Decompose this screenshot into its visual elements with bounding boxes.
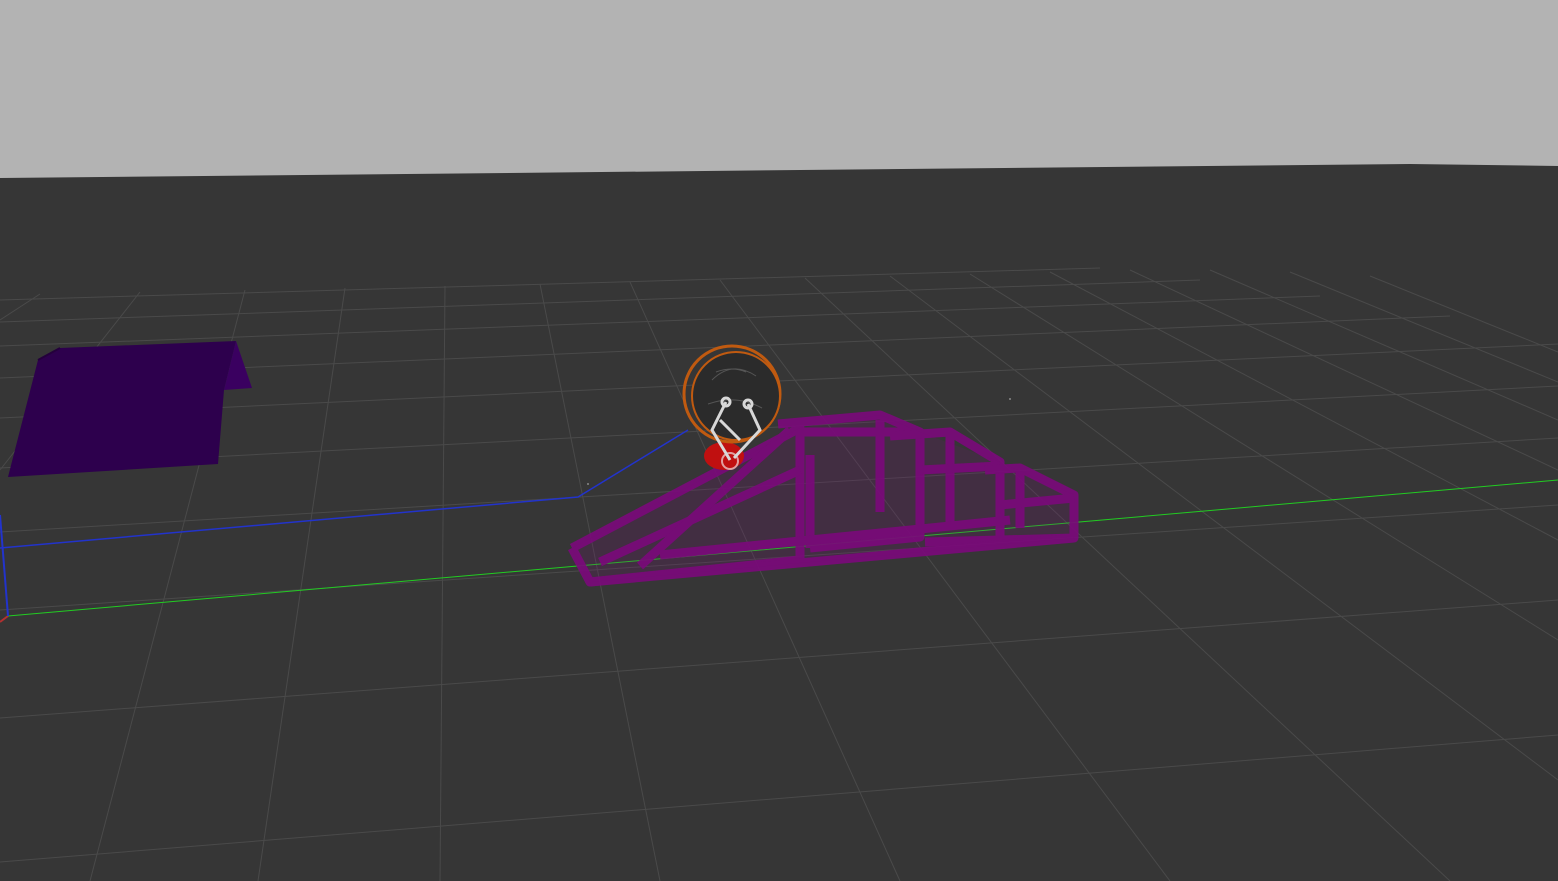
robot-body <box>691 351 781 441</box>
marker-dot <box>1009 398 1011 400</box>
scene-canvas[interactable] <box>0 0 1558 881</box>
simulation-viewport[interactable] <box>0 0 1558 881</box>
ramp-block[interactable] <box>8 341 252 477</box>
marker-dot <box>587 483 589 485</box>
